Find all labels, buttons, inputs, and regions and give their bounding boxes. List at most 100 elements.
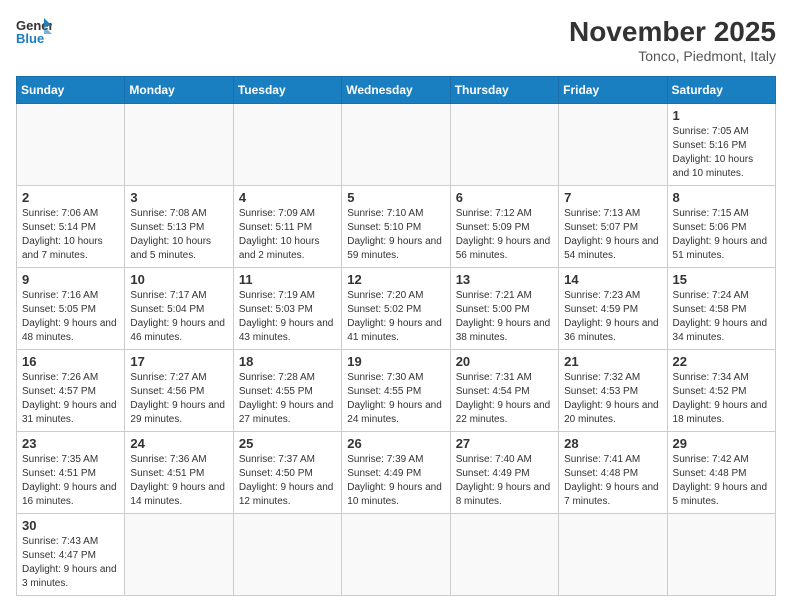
day-cell-20: 20 Sunrise: 7:31 AMSunset: 4:54 PMDaylig…	[450, 350, 558, 432]
day-cell-23: 23 Sunrise: 7:35 AMSunset: 4:51 PMDaylig…	[17, 432, 125, 514]
day-number-11: 11	[239, 272, 336, 287]
day-number-16: 16	[22, 354, 119, 369]
day-info-7: Sunrise: 7:13 AMSunset: 5:07 PMDaylight:…	[564, 207, 661, 263]
day-number-22: 22	[673, 354, 770, 369]
day-cell-7: 7 Sunrise: 7:13 AMSunset: 5:07 PMDayligh…	[559, 186, 667, 268]
header-thursday: Thursday	[450, 77, 558, 104]
day-cell-24: 24 Sunrise: 7:36 AMSunset: 4:51 PMDaylig…	[125, 432, 233, 514]
day-number-26: 26	[347, 436, 444, 451]
title-block: November 2025 Tonco, Piedmont, Italy	[569, 16, 776, 64]
empty-cell	[450, 514, 558, 596]
calendar-table: Sunday Monday Tuesday Wednesday Thursday…	[16, 76, 776, 596]
day-info-30: Sunrise: 7:43 AMSunset: 4:47 PMDaylight:…	[22, 535, 119, 591]
day-info-3: Sunrise: 7:08 AMSunset: 5:13 PMDaylight:…	[130, 207, 227, 263]
day-info-26: Sunrise: 7:39 AMSunset: 4:49 PMDaylight:…	[347, 453, 444, 509]
empty-cell	[559, 104, 667, 186]
day-info-19: Sunrise: 7:30 AMSunset: 4:55 PMDaylight:…	[347, 371, 444, 427]
day-cell-5: 5 Sunrise: 7:10 AMSunset: 5:10 PMDayligh…	[342, 186, 450, 268]
week-row: 9 Sunrise: 7:16 AMSunset: 5:05 PMDayligh…	[17, 268, 776, 350]
day-info-2: Sunrise: 7:06 AMSunset: 5:14 PMDaylight:…	[22, 207, 119, 263]
logo-icon: General Blue	[16, 16, 52, 44]
day-number-2: 2	[22, 190, 119, 205]
logo: General Blue	[16, 16, 52, 44]
day-number-12: 12	[347, 272, 444, 287]
day-number-27: 27	[456, 436, 553, 451]
day-cell-10: 10 Sunrise: 7:17 AMSunset: 5:04 PMDaylig…	[125, 268, 233, 350]
day-info-14: Sunrise: 7:23 AMSunset: 4:59 PMDaylight:…	[564, 289, 661, 345]
day-info-20: Sunrise: 7:31 AMSunset: 4:54 PMDaylight:…	[456, 371, 553, 427]
day-info-8: Sunrise: 7:15 AMSunset: 5:06 PMDaylight:…	[673, 207, 770, 263]
empty-cell	[233, 514, 341, 596]
day-info-23: Sunrise: 7:35 AMSunset: 4:51 PMDaylight:…	[22, 453, 119, 509]
day-info-27: Sunrise: 7:40 AMSunset: 4:49 PMDaylight:…	[456, 453, 553, 509]
day-number-14: 14	[564, 272, 661, 287]
page-header: General Blue November 2025 Tonco, Piedmo…	[16, 16, 776, 64]
day-info-17: Sunrise: 7:27 AMSunset: 4:56 PMDaylight:…	[130, 371, 227, 427]
header-saturday: Saturday	[667, 77, 775, 104]
day-info-10: Sunrise: 7:17 AMSunset: 5:04 PMDaylight:…	[130, 289, 227, 345]
week-row: 23 Sunrise: 7:35 AMSunset: 4:51 PMDaylig…	[17, 432, 776, 514]
day-number-23: 23	[22, 436, 119, 451]
day-info-1: Sunrise: 7:05 AMSunset: 5:16 PMDaylight:…	[673, 125, 770, 181]
day-info-4: Sunrise: 7:09 AMSunset: 5:11 PMDaylight:…	[239, 207, 336, 263]
day-number-24: 24	[130, 436, 227, 451]
day-info-12: Sunrise: 7:20 AMSunset: 5:02 PMDaylight:…	[347, 289, 444, 345]
day-number-30: 30	[22, 518, 119, 533]
day-number-15: 15	[673, 272, 770, 287]
day-info-18: Sunrise: 7:28 AMSunset: 4:55 PMDaylight:…	[239, 371, 336, 427]
day-number-21: 21	[564, 354, 661, 369]
day-number-29: 29	[673, 436, 770, 451]
empty-cell	[233, 104, 341, 186]
day-number-17: 17	[130, 354, 227, 369]
week-row: 2 Sunrise: 7:06 AMSunset: 5:14 PMDayligh…	[17, 186, 776, 268]
day-number-18: 18	[239, 354, 336, 369]
empty-cell	[667, 514, 775, 596]
empty-cell	[342, 104, 450, 186]
day-cell-3: 3 Sunrise: 7:08 AMSunset: 5:13 PMDayligh…	[125, 186, 233, 268]
day-number-28: 28	[564, 436, 661, 451]
day-number-10: 10	[130, 272, 227, 287]
day-cell-19: 19 Sunrise: 7:30 AMSunset: 4:55 PMDaylig…	[342, 350, 450, 432]
day-info-13: Sunrise: 7:21 AMSunset: 5:00 PMDaylight:…	[456, 289, 553, 345]
day-cell-26: 26 Sunrise: 7:39 AMSunset: 4:49 PMDaylig…	[342, 432, 450, 514]
day-info-15: Sunrise: 7:24 AMSunset: 4:58 PMDaylight:…	[673, 289, 770, 345]
day-cell-1: 1 Sunrise: 7:05 AMSunset: 5:16 PMDayligh…	[667, 104, 775, 186]
day-number-3: 3	[130, 190, 227, 205]
day-info-5: Sunrise: 7:10 AMSunset: 5:10 PMDaylight:…	[347, 207, 444, 263]
day-info-29: Sunrise: 7:42 AMSunset: 4:48 PMDaylight:…	[673, 453, 770, 509]
day-info-6: Sunrise: 7:12 AMSunset: 5:09 PMDaylight:…	[456, 207, 553, 263]
day-cell-28: 28 Sunrise: 7:41 AMSunset: 4:48 PMDaylig…	[559, 432, 667, 514]
day-number-5: 5	[347, 190, 444, 205]
day-info-25: Sunrise: 7:37 AMSunset: 4:50 PMDaylight:…	[239, 453, 336, 509]
location-title: Tonco, Piedmont, Italy	[569, 48, 776, 64]
month-title: November 2025	[569, 16, 776, 48]
day-number-13: 13	[456, 272, 553, 287]
day-cell-8: 8 Sunrise: 7:15 AMSunset: 5:06 PMDayligh…	[667, 186, 775, 268]
day-cell-13: 13 Sunrise: 7:21 AMSunset: 5:00 PMDaylig…	[450, 268, 558, 350]
empty-cell	[559, 514, 667, 596]
day-cell-9: 9 Sunrise: 7:16 AMSunset: 5:05 PMDayligh…	[17, 268, 125, 350]
header-sunday: Sunday	[17, 77, 125, 104]
day-cell-15: 15 Sunrise: 7:24 AMSunset: 4:58 PMDaylig…	[667, 268, 775, 350]
day-cell-22: 22 Sunrise: 7:34 AMSunset: 4:52 PMDaylig…	[667, 350, 775, 432]
empty-cell	[125, 514, 233, 596]
day-number-7: 7	[564, 190, 661, 205]
day-number-19: 19	[347, 354, 444, 369]
header-monday: Monday	[125, 77, 233, 104]
day-number-6: 6	[456, 190, 553, 205]
day-cell-12: 12 Sunrise: 7:20 AMSunset: 5:02 PMDaylig…	[342, 268, 450, 350]
empty-cell	[450, 104, 558, 186]
header-wednesday: Wednesday	[342, 77, 450, 104]
day-info-28: Sunrise: 7:41 AMSunset: 4:48 PMDaylight:…	[564, 453, 661, 509]
day-cell-25: 25 Sunrise: 7:37 AMSunset: 4:50 PMDaylig…	[233, 432, 341, 514]
day-number-1: 1	[673, 108, 770, 123]
day-cell-16: 16 Sunrise: 7:26 AMSunset: 4:57 PMDaylig…	[17, 350, 125, 432]
weekday-header-row: Sunday Monday Tuesday Wednesday Thursday…	[17, 77, 776, 104]
day-cell-21: 21 Sunrise: 7:32 AMSunset: 4:53 PMDaylig…	[559, 350, 667, 432]
day-cell-2: 2 Sunrise: 7:06 AMSunset: 5:14 PMDayligh…	[17, 186, 125, 268]
day-cell-18: 18 Sunrise: 7:28 AMSunset: 4:55 PMDaylig…	[233, 350, 341, 432]
day-number-25: 25	[239, 436, 336, 451]
day-cell-6: 6 Sunrise: 7:12 AMSunset: 5:09 PMDayligh…	[450, 186, 558, 268]
day-cell-29: 29 Sunrise: 7:42 AMSunset: 4:48 PMDaylig…	[667, 432, 775, 514]
day-cell-27: 27 Sunrise: 7:40 AMSunset: 4:49 PMDaylig…	[450, 432, 558, 514]
